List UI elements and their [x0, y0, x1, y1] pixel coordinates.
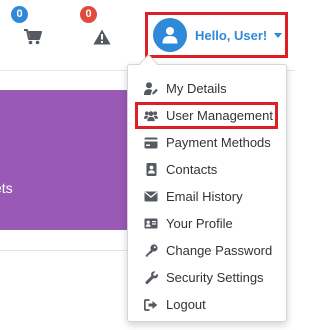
page: 0 0 Hello, User! ts My Details User Mana… [0, 0, 295, 330]
banner-text: kets [0, 180, 13, 196]
menu-item-email-history[interactable]: Email History [128, 183, 286, 210]
user-icon [153, 18, 187, 52]
menu-item-label: Security Settings [166, 270, 264, 285]
shopping-cart-icon [24, 29, 42, 45]
menu-item-label: My Details [166, 81, 227, 96]
user-edit-icon [144, 82, 158, 96]
menu-item-security-settings[interactable]: Security Settings [128, 264, 286, 291]
users-icon [144, 109, 158, 123]
menu-item-your-profile[interactable]: Your Profile [128, 210, 286, 237]
cart-count-badge: 0 [11, 6, 28, 23]
content-divider [0, 250, 127, 251]
menu-item-label: Payment Methods [166, 135, 271, 150]
menu-item-user-management[interactable]: User Management [135, 102, 278, 129]
alerts-button[interactable]: 0 [80, 6, 117, 52]
user-menu-toggle[interactable]: Hello, User! [145, 12, 288, 58]
menu-item-contacts[interactable]: Contacts [128, 156, 286, 183]
alerts-count-badge: 0 [80, 6, 97, 23]
menu-item-label: Email History [166, 189, 243, 204]
cart-button[interactable]: 0 [11, 6, 48, 52]
menu-item-payment-methods[interactable]: Payment Methods [128, 129, 286, 156]
warning-icon [93, 29, 111, 45]
menu-item-my-details[interactable]: My Details [128, 75, 286, 102]
caret-down-icon [274, 32, 283, 38]
menu-item-label: Change Password [166, 243, 273, 258]
id-card-icon [144, 217, 158, 231]
key-icon [144, 244, 158, 258]
menu-item-label: User Management [166, 108, 273, 123]
menu-item-logout[interactable]: Logout [128, 291, 286, 318]
dropdown-menu-list: My Details User Management Payment Metho… [128, 75, 286, 318]
envelope-icon [144, 190, 158, 204]
user-greeting: Hello, User! [195, 27, 268, 43]
credit-card-icon [144, 136, 158, 150]
user-dropdown-menu: My Details User Management Payment Metho… [127, 64, 287, 322]
address-book-icon [144, 163, 158, 177]
menu-item-label: Your Profile [166, 216, 233, 231]
menu-item-change-password[interactable]: Change Password [128, 237, 286, 264]
wrench-icon [144, 271, 158, 285]
sign-out-icon [144, 298, 158, 312]
purple-banner [0, 90, 135, 230]
menu-item-label: Logout [166, 297, 206, 312]
menu-item-label: Contacts [166, 162, 218, 177]
